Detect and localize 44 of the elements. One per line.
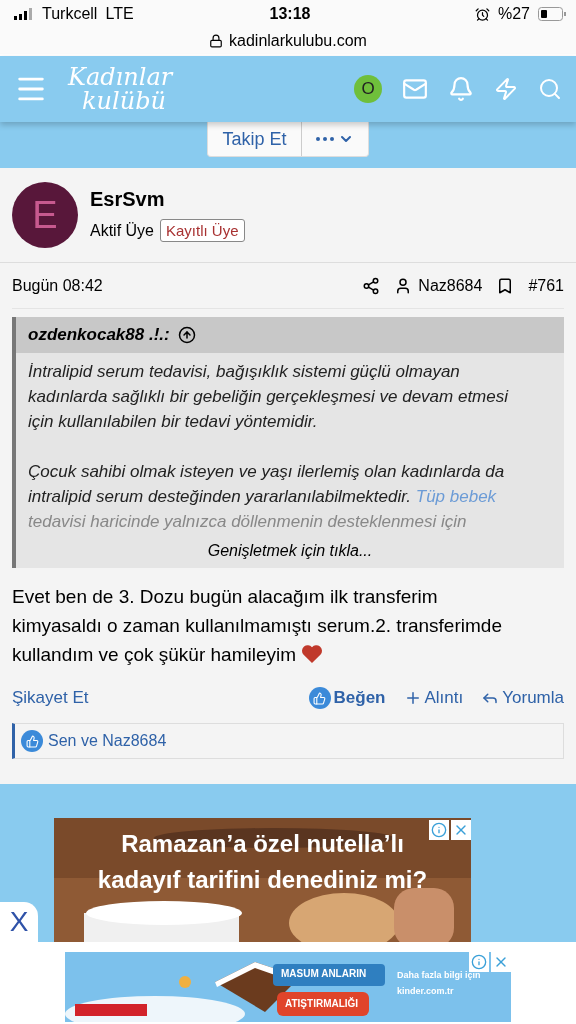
thumbs-up-icon (308, 687, 331, 709)
expand-link[interactable]: Genişletmek için tıkla... (16, 538, 564, 568)
ad-text: ATIŞTIRMALIĞI (285, 998, 359, 1009)
author-name[interactable]: EsrSvm (90, 188, 245, 211)
carrier-name: Turkcell (42, 5, 98, 23)
post-date[interactable]: Bugün 08:42 (12, 276, 103, 295)
lock-icon (209, 34, 224, 48)
battery-icon (538, 7, 566, 21)
url-text: kadinlarkulubu.com (229, 32, 367, 50)
report-link[interactable]: Şikayet Et (12, 688, 89, 708)
quote-paragraph: İntralipid serum tedavisi, bağışıklık sistemi güçlü olmayan kadınlarda sağlıklı bir gebeliğin gerçekleşmesi ve devam etmesi için kullanılabilen bir tedavi yöntemidir. (28, 361, 510, 433)
info-icon[interactable] (469, 952, 489, 972)
ad-text: MASUM ANLARIN (281, 968, 367, 979)
share-icon[interactable] (362, 276, 381, 295)
close-icon[interactable] (451, 820, 471, 840)
search-icon[interactable] (538, 77, 562, 101)
mention-name[interactable]: Naz8684 (418, 276, 483, 295)
dots-icon (315, 137, 334, 141)
user-title: Aktif Üye (90, 221, 154, 240)
signal-icon (14, 8, 34, 20)
info-icon[interactable] (429, 820, 449, 840)
quote-author[interactable]: ozdenkocak88 .!.: (28, 325, 170, 345)
clock-time: 13:18 (269, 5, 311, 23)
network-type: LTE (105, 5, 134, 23)
reaction-names[interactable]: Sen ve Naz8684 (48, 732, 167, 750)
like-icon (21, 730, 43, 752)
quote-button[interactable]: Alıntı (403, 688, 464, 708)
quote-paragraph: Çocuk sahibi olmak isteyen ve yaşı ilerlemiş olan kadınlarda da intralipid serum desteğinden yararlanılabilmektedir. Tüp bebek tedavisi haricinde yalnızca döllenmenin desteklenmesi için (28, 461, 506, 533)
ad-text: Daha fazla bilgi için (397, 970, 481, 980)
arrow-up-icon[interactable] (177, 326, 196, 344)
close-button[interactable]: X (0, 902, 38, 942)
like-button[interactable]: Beğen (308, 687, 386, 709)
mail-icon[interactable] (402, 76, 428, 102)
author-avatar[interactable]: E (12, 182, 78, 248)
heart-icon (301, 644, 324, 664)
bell-icon[interactable] (448, 76, 474, 102)
post-body: Evet ben de 3. Dozu bugün alacağım ilk transferim kimyasaldı o zaman kullanılmamıştı serum.2. transferimde kullandım ve çok şükür hamileyim (12, 585, 503, 667)
lightning-icon[interactable] (494, 77, 518, 101)
alarm-icon (474, 6, 490, 22)
post-number[interactable]: #761 (528, 276, 564, 295)
battery-percent: %27 (497, 5, 530, 23)
user-avatar[interactable]: O (354, 75, 382, 103)
user-badge: Kayıtlı Üye (160, 219, 245, 242)
reply-button[interactable]: Yorumla (481, 688, 564, 708)
